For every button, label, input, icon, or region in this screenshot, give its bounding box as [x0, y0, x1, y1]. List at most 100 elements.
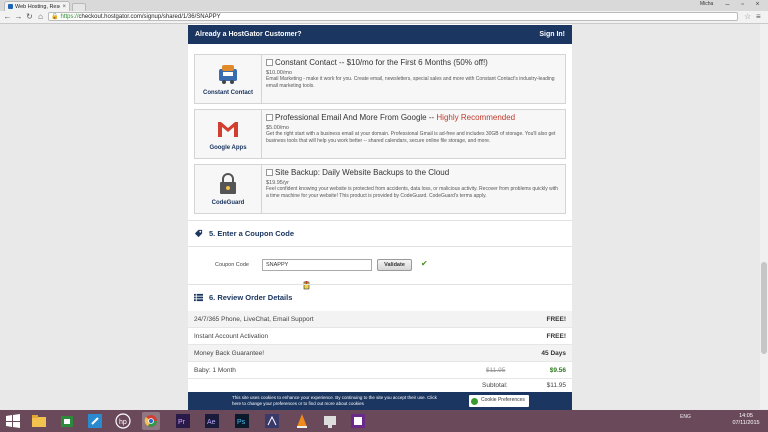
- review-row-label: 24/7/365 Phone, LiveChat, Email Support: [194, 315, 314, 323]
- store-icon[interactable]: [58, 412, 76, 430]
- browser-toolbar: ← → ↻ ⌂ 🔒 https:// checkout.hostgator.co…: [0, 11, 768, 24]
- codeguard-icon: [220, 173, 236, 194]
- addon-title-text: Site Backup: Daily Website Backups to th…: [275, 168, 450, 177]
- plan-row: Baby: 1 Month $11.95 $9.56: [188, 362, 572, 379]
- validate-button[interactable]: Validate: [377, 259, 412, 271]
- constant-contact-icon: [219, 65, 237, 84]
- hp-icon[interactable]: hp: [114, 412, 132, 430]
- addon-logo: Constant Contact: [195, 55, 262, 103]
- addon-logo: Google Apps: [195, 110, 262, 158]
- gmail-icon: [218, 122, 238, 137]
- app-icon[interactable]: [263, 412, 281, 430]
- hostgator-favicon-icon: [8, 4, 13, 9]
- plan-new-price: $9.56: [549, 366, 566, 374]
- addon-title: Constant Contact -- $10/mo for the First…: [275, 58, 488, 67]
- chrome-icon[interactable]: [142, 412, 160, 430]
- list-icon: [194, 293, 203, 301]
- windows-start-icon[interactable]: [4, 412, 22, 430]
- home-icon[interactable]: ⌂: [36, 12, 45, 22]
- coupon-section-title: 5. Enter a Coupon Code: [209, 228, 295, 238]
- coupon-code-label: Coupon Code: [215, 262, 249, 268]
- coupon-code-input[interactable]: [262, 259, 372, 271]
- addon-description: Feel confident knowing your website is p…: [266, 186, 558, 199]
- existing-customer-bar: Already a HostGator Customer? Sign In!: [188, 25, 572, 44]
- addon-title: Site Backup: Daily Website Backups to th…: [275, 168, 449, 177]
- addon-checkbox[interactable]: [266, 169, 273, 176]
- page-viewport: Already a HostGator Customer? Sign In! C…: [0, 24, 768, 409]
- plan-old-price: $11.95: [486, 366, 506, 374]
- addon-checkbox[interactable]: [266, 114, 273, 121]
- review-row-label: Money Back Guarantee!: [194, 349, 265, 357]
- tray-language[interactable]: ENG: [680, 414, 691, 420]
- addon-title-highlight: Highly Recommended: [436, 113, 516, 122]
- review-section-header: 6. Review Order Details: [194, 290, 292, 304]
- address-bar[interactable]: 🔒 https:// checkout.hostgator.com/signup…: [48, 12, 738, 21]
- addon-constant-contact: Constant Contact Constant Contact -- $10…: [194, 54, 566, 104]
- clock-date: 07/11/2015: [732, 420, 760, 426]
- minimize-button[interactable]: –: [722, 0, 733, 10]
- tab-title: Web Hosting, Reselle: [15, 3, 60, 10]
- addon-logo-label: CodeGuard: [211, 200, 245, 206]
- svg-text:Ps: Ps: [237, 419, 246, 426]
- addon-title-text: Professional Email And More From Google …: [275, 113, 435, 122]
- back-icon[interactable]: ←: [3, 12, 12, 22]
- forward-icon[interactable]: →: [14, 12, 23, 22]
- close-window-button[interactable]: ×: [752, 0, 763, 10]
- review-row-label: Instant Account Activation: [194, 332, 269, 340]
- addon-codeguard: CodeGuard Site Backup: Daily Website Bac…: [194, 164, 566, 214]
- browser-menu-icon[interactable]: ≡: [756, 12, 761, 21]
- subtotal-label: Subtotal:: [482, 382, 508, 389]
- rocket-app-icon[interactable]: [86, 412, 104, 430]
- file-explorer-icon[interactable]: [30, 412, 48, 430]
- review-row: Money Back Guarantee! 45 Days: [188, 345, 572, 362]
- cookie-icon: [471, 397, 478, 405]
- purple-app-icon[interactable]: [349, 412, 367, 430]
- addon-logo-label: Google Apps: [209, 145, 247, 151]
- plan-label: Baby: 1 Month: [194, 366, 236, 374]
- addon-google-apps: Google Apps Professional Email And More …: [194, 109, 566, 159]
- addon-title-text: Constant Contact -- $10/mo for the First…: [275, 58, 488, 67]
- lock-icon: 🔒: [51, 14, 59, 20]
- tag-icon: [194, 229, 203, 237]
- premiere-icon[interactable]: Pr: [174, 412, 192, 430]
- existing-customer-question: Already a HostGator Customer?: [195, 31, 302, 38]
- cookie-banner: This site uses cookies to enhance your e…: [188, 392, 572, 410]
- clock-time: 14:05: [739, 413, 753, 419]
- scrollbar-thumb[interactable]: [761, 262, 767, 354]
- divider: [188, 246, 572, 247]
- svg-text:Pr: Pr: [178, 419, 186, 426]
- review-section-title: 6. Review Order Details: [209, 292, 293, 302]
- media-app-icon[interactable]: [321, 412, 339, 430]
- vlc-icon[interactable]: [293, 412, 311, 430]
- review-row-value: FREE!: [546, 315, 567, 323]
- addon-logo: CodeGuard: [195, 165, 262, 213]
- windows-taskbar: hp Pr Ae Ps ENG 14:05 07/11/2015: [0, 410, 768, 432]
- maximize-button[interactable]: ▫: [737, 0, 748, 10]
- addon-logo-label: Constant Contact: [203, 90, 253, 96]
- coupon-section-header: 5. Enter a Coupon Code: [194, 226, 294, 240]
- svg-text:Ae: Ae: [207, 419, 216, 426]
- addon-description: Get the right start with a business emai…: [266, 131, 556, 144]
- cookie-message[interactable]: This site uses cookies to enhance your e…: [232, 395, 442, 406]
- review-row: Instant Account Activation FREE!: [188, 328, 572, 345]
- addon-description: Email Marketing - make it work for you. …: [266, 76, 555, 89]
- addon-checkbox[interactable]: [266, 59, 273, 66]
- url-scheme: https://: [60, 13, 79, 20]
- mouse-cursor-icon: [303, 281, 310, 290]
- photoshop-icon[interactable]: Ps: [233, 412, 251, 430]
- tab-strip: Web Hosting, Reselle × Micha – ▫ ×: [0, 0, 768, 12]
- review-row: 24/7/365 Phone, LiveChat, Email Support …: [188, 311, 572, 328]
- addon-title: Professional Email And More From Google …: [275, 113, 515, 122]
- taskbar-clock[interactable]: 14:05 07/11/2015: [727, 413, 765, 427]
- divider: [188, 284, 572, 285]
- window-user-label: Micha: [700, 1, 714, 7]
- valid-check-icon: ✔: [421, 259, 428, 268]
- close-tab-icon[interactable]: ×: [62, 4, 66, 10]
- browser-tab[interactable]: Web Hosting, Reselle ×: [4, 1, 70, 11]
- bookmark-star-icon[interactable]: ☆: [744, 12, 751, 21]
- url-path: checkout.hostgator.com/signup/shared/1/3…: [78, 13, 221, 20]
- sign-in-link[interactable]: Sign In!: [539, 31, 565, 38]
- after-effects-icon[interactable]: Ae: [203, 412, 221, 430]
- reload-icon[interactable]: ↻: [25, 12, 34, 22]
- cookie-preferences-button[interactable]: Cookie Preferences: [469, 395, 529, 407]
